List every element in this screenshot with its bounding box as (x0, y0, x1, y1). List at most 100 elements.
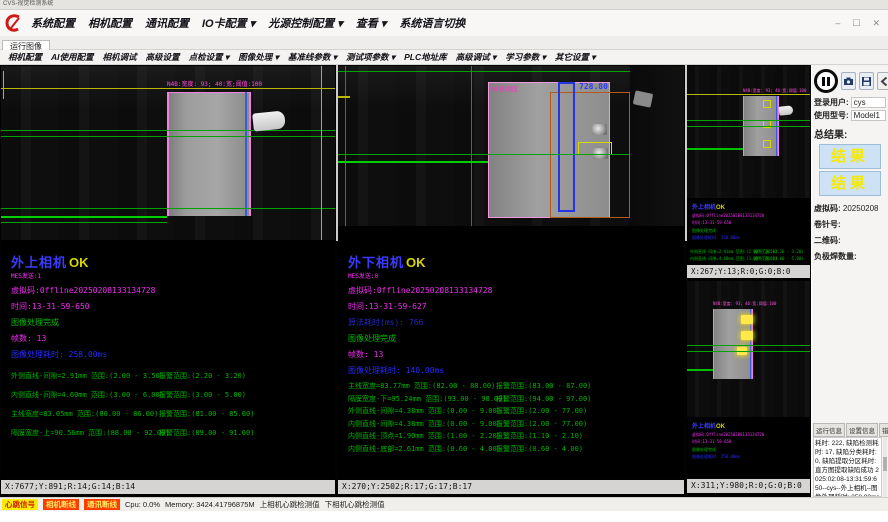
camera-name: 外上相机 (692, 424, 716, 430)
toolbar-baseline-params[interactable]: 基准线参数 ▾ (288, 51, 337, 63)
tab-run-info[interactable]: 运行信息 (813, 423, 845, 437)
camera-capture-button[interactable] (841, 72, 856, 90)
virtual-code-line-mini: 虚拟码:0ffline20250208133134728 (692, 432, 764, 438)
model-field[interactable]: Model1 (851, 110, 886, 121)
camera-view-upper-outer[interactable]: N4B:宽度: 93; 40:宽;阈值:100 外上相机OK MES发送:1 虚… (1, 66, 335, 479)
minimize-icon[interactable]: – (835, 18, 840, 28)
measurement-rows: 主线宽度=83.77mm 范围:(82.00 - 88.00)报警范围:(83.… (348, 381, 680, 456)
alarm-range: 报警范围:(1.10 - 2.10) (496, 431, 583, 441)
login-user-field[interactable]: cys (851, 97, 886, 108)
measure-line (687, 351, 810, 352)
highlight-box (741, 315, 753, 324)
upper-camera-heartbeat: 上相机心跳检测值 (260, 499, 320, 510)
process-done-line-mini: 图像处理完成 (692, 228, 764, 234)
result-status: OK (716, 205, 725, 211)
thumbnail-image: N4B:宽度: 93; 40:宽;阈值:100 (687, 66, 810, 198)
negative-weld-count-row: 负极焊数量: (812, 246, 888, 262)
back-button[interactable] (877, 72, 888, 90)
measure-value: 隔膜宽度-上=90.56mm 范围:(88.00 - 92.00) (11, 429, 170, 437)
alarm-range: 报警范围:(83.00 - 87.00) (496, 381, 591, 391)
toolbar-test-item-params[interactable]: 测试项参数 ▾ (346, 51, 395, 63)
camera-view-lower-outer[interactable]: AI检测区 728.80 外下相机OK MES发送:0 虚拟码:0ffline2… (338, 66, 684, 479)
edge-line-cyan (321, 66, 322, 240)
camera-result-title: 外下相机OK (348, 252, 680, 271)
toolbar-ai-use-config[interactable]: AI使用配置 (51, 51, 94, 63)
menu-item-language-switch[interactable]: 系统语言切换 (399, 15, 465, 31)
toolbar-other-settings[interactable]: 其它设置 ▾ (555, 51, 596, 63)
disk-icon (861, 76, 872, 87)
window-titlebar[interactable]: CVS-视觉检测系统 (0, 0, 888, 10)
maximize-icon[interactable]: ☐ (852, 18, 860, 29)
menu-bar: 系统配置 相机配置 通讯配置 IO卡配置 ▾ 光源控制配置 ▾ 查看 ▾ 系统语… (0, 10, 888, 36)
comm-offline-badge: 通讯断线 (84, 499, 120, 510)
virtual-code-line-mini: 虚拟码:0ffline20250208133134728 (692, 213, 764, 219)
needle-number-label: 卷针号: (814, 220, 841, 229)
measurement-row: 内侧直线-底部=2.61mm 范围:(0.60 - 4.00)报警范围:(0.6… (348, 444, 680, 457)
measure-value: 内侧直线-间隙=4.60mm 范围:(3.00 - 6.00) (11, 391, 164, 399)
measurement-row: 内侧直线-间隙=4.60mm 范围:(3.00 - 6.00)报警范围:(3.0… (11, 390, 331, 409)
mes-flag: MES发送:0 (348, 271, 680, 280)
measure-line (1, 208, 335, 209)
arrow-left-icon (879, 76, 888, 87)
menu-item-io-card-config[interactable]: IO卡配置 ▾ (202, 15, 255, 31)
calibration-line (3, 71, 4, 99)
camera-image-lower-outer: AI检测区 728.80 (338, 66, 684, 226)
camera-name: 外上相机 (692, 205, 716, 211)
toolbar-learning-params[interactable]: 学习参数 ▾ (505, 51, 546, 63)
frame-count-line: 帧数: 13 (11, 333, 331, 344)
measurement-row: 主线宽度=83.77mm 范围:(82.00 - 88.00)报警范围:(83.… (348, 381, 680, 394)
thumbnail-image: N4B:宽度: 93; 40:宽;阈值:100 (687, 281, 810, 417)
measure-line (1, 222, 167, 223)
alarm-range: 报警范围:(2.00 - 77.00) (496, 419, 587, 429)
measure-line (471, 66, 472, 226)
measure-line (687, 369, 713, 371)
tab-settings-info[interactable]: 设置信息 (846, 423, 878, 437)
measure-line (345, 66, 346, 226)
measure-value: 主线宽度=83.05mm 范围:(80.00 - 86.00) (11, 410, 158, 418)
save-image-button[interactable] (859, 72, 874, 90)
measurement-row: 内侧直线-顶点=1.90mm 范围:(1.00 - 2.20)报警范围:(1.1… (348, 431, 680, 444)
highlight-box (741, 331, 753, 340)
log-scrollbar[interactable] (883, 437, 887, 497)
baseline-yellow (338, 96, 350, 98)
sidebar-buttons (812, 65, 888, 96)
tab-error-info[interactable]: 错误信息 (879, 423, 888, 437)
measure-line (338, 161, 488, 163)
close-icon[interactable]: ✕ (872, 18, 880, 29)
elapsed-line: 图像处理耗时: 258.00ms (11, 349, 331, 360)
menu-item-comm-config[interactable]: 通讯配置 (145, 15, 189, 31)
menu-item-camera-config[interactable]: 相机配置 (88, 15, 132, 31)
toolbar-camera-debug[interactable]: 相机调试 (103, 51, 137, 63)
pause-icon (822, 77, 825, 86)
defect-box (763, 100, 771, 108)
menu-item-view[interactable]: 查看 ▾ (356, 15, 387, 31)
pause-button[interactable] (814, 69, 838, 93)
menu-item-light-control-config[interactable]: 光源控制配置 ▾ (268, 15, 343, 31)
virtual-code-value: 20250208 (843, 204, 879, 213)
result-box-lower: 结果 (819, 171, 881, 196)
edge-line-blue (245, 92, 247, 216)
baseline-yellow (1, 88, 335, 89)
toolbar-image-processing[interactable]: 图像处理 ▾ (238, 51, 279, 63)
log-scrollbar-thumb[interactable] (883, 457, 887, 471)
measurement-row: 隔膜宽度-上=90.56mm 范围:(88.00 - 92.00)报警范围:(8… (11, 428, 331, 447)
toolbar-spot-check-settings[interactable]: 点检设置 ▾ (189, 51, 230, 63)
ai-region-label: AI检测区 (491, 83, 518, 93)
alarm-range: 报警范围:(0.60 - 4.00) (496, 444, 583, 454)
menu-item-system-config[interactable]: 系统配置 (31, 15, 75, 31)
thumbnail-view-bottom[interactable]: N4B:宽度: 93; 40:宽;阈值:100 外上相机OK 虚拟码:0ffli… (687, 281, 810, 477)
virtual-code-label: 虚拟码: (814, 204, 841, 213)
toolbar-advanced-debug[interactable]: 高级调试 ▾ (456, 51, 497, 63)
run-log-text: 耗时: 222, 缺陷检测耗时: 17, 缺陷分类耗时: 0, 缺陷提取分区耗时… (813, 437, 882, 497)
thumbnail-view-top[interactable]: N4B:宽度: 93; 40:宽;阈值:100 外上相机OK 虚拟码:0ffli… (687, 66, 810, 264)
measure-line (1, 216, 167, 218)
toolbar-camera-config[interactable]: 相机配置 (8, 51, 42, 63)
measurement-row: 内侧直线-间隙=4.38mm 范围:(0.00 - 9.00)报警范围:(2.0… (348, 419, 680, 432)
alarm-range: 报警范围:(2.20 - 3.20) (159, 371, 246, 381)
process-done-line-mini: 图像处理完成 (692, 447, 764, 453)
measure-line (338, 154, 630, 155)
toolbar-advanced-settings[interactable]: 高级设置 (146, 51, 180, 63)
login-user-row: 登录用户: cys (812, 96, 888, 109)
window-title: CVS-视觉检测系统 (3, 1, 53, 7)
toolbar-plc-address-lib[interactable]: PLC地址库 (404, 51, 447, 63)
